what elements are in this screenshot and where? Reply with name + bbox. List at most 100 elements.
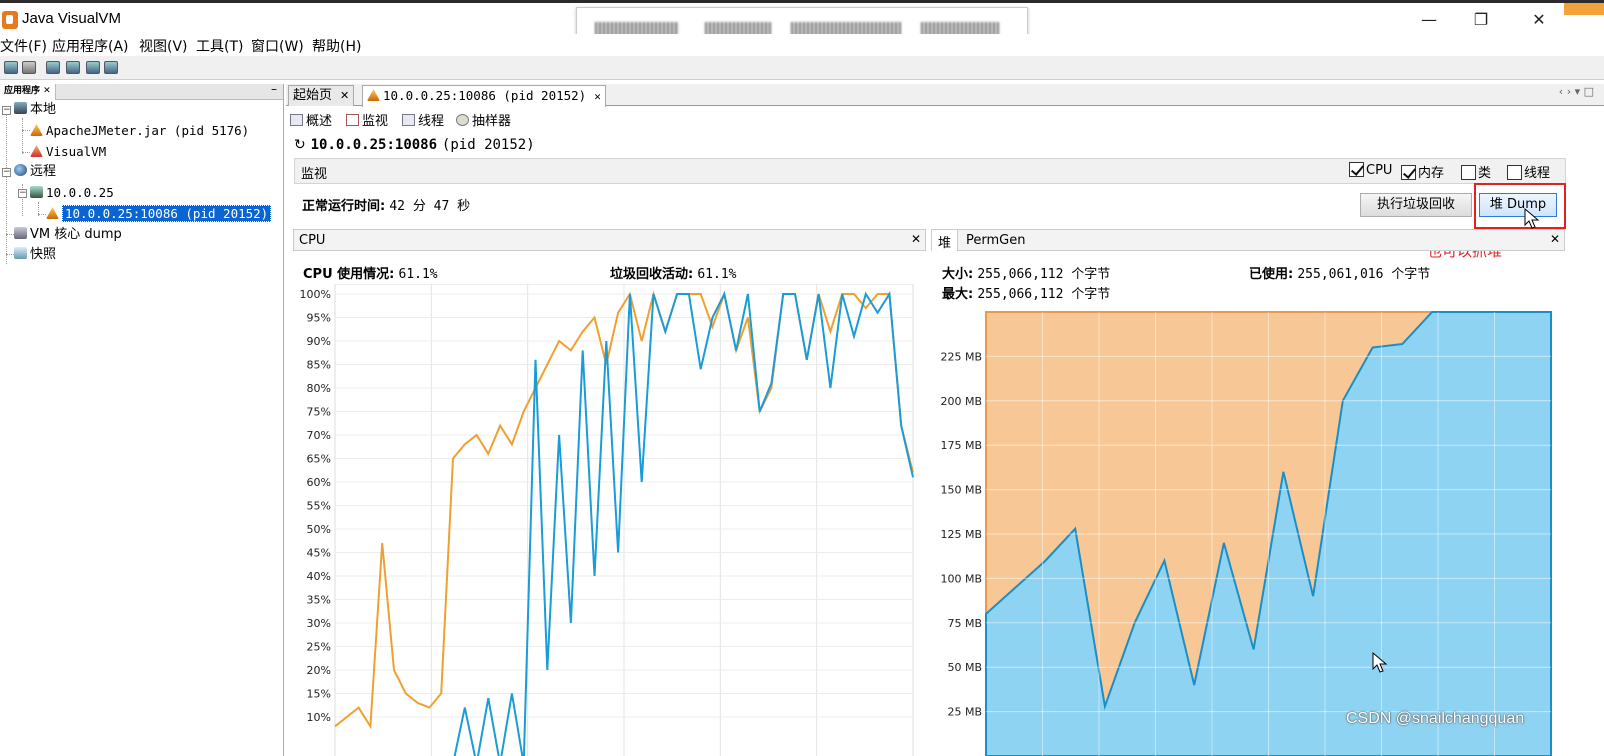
menu-help[interactable]: 帮助(H) <box>312 36 361 56</box>
y-tick-label: 225 MB <box>940 350 982 363</box>
tree-node-visualvm[interactable]: VisualVM <box>30 143 106 161</box>
y-tick-label: 150 MB <box>940 484 982 497</box>
y-tick-label: 75 MB <box>947 617 982 630</box>
threads-icon <box>402 114 415 126</box>
window-title: Java VisualVM <box>22 10 121 27</box>
csdn-watermark: CSDN @snailchangquan <box>1346 710 1525 727</box>
y-tick-label: 70% <box>307 429 331 442</box>
close-tab-icon[interactable]: ✕ <box>594 90 601 103</box>
threads-checkbox[interactable]: 线程 <box>1507 162 1550 181</box>
y-tick-label: 45% <box>307 547 331 560</box>
view-tabs: 概述 监视 线程 抽样器 <box>286 107 1604 129</box>
cpu-checkbox[interactable]: CPU <box>1349 162 1392 178</box>
collapse-local-toggle[interactable]: − <box>2 106 11 115</box>
y-tick-label: 65% <box>307 453 331 466</box>
add-remote-host-icon[interactable] <box>46 61 60 74</box>
y-tick-label: 25% <box>307 641 331 654</box>
tree-node-remote-app[interactable]: 10.0.0.25:10086 (pid 20152) <box>46 205 272 223</box>
load-snapshot-icon[interactable] <box>4 61 18 74</box>
menu-tools[interactable]: 工具(T) <box>196 36 243 56</box>
menu-applications[interactable]: 应用程序(A) <box>52 36 129 56</box>
tab-sampler[interactable]: 抽样器 <box>456 110 511 129</box>
core-dump-icon <box>14 227 27 239</box>
y-tick-label: 50% <box>307 523 331 536</box>
cpu-chart: 10% 15% 20% 25% 30% 35% 40% 45% 50% 55% 60% 65% 70% 7… <box>300 284 914 756</box>
minimize-button[interactable]: — <box>1406 8 1452 34</box>
page-title: ↻ 10.0.0.25:10086 (pid 20152) <box>294 137 535 153</box>
tree-node-local[interactable]: 本地 <box>14 101 56 119</box>
y-tick-label: 35% <box>307 594 331 607</box>
y-tick-label: 95% <box>307 312 331 325</box>
y-tick-label: 15% <box>307 688 331 701</box>
corner-decoration <box>1564 3 1604 15</box>
heap-dump-toolbar-icon[interactable] <box>104 61 118 74</box>
heap-used-readout: 已使用: 255,061,016 个字节 <box>1249 267 1431 282</box>
y-tick-label: 75% <box>307 406 331 419</box>
menu-bar: 文件(F) 应用程序(A) 视图(V) 工具(T) 窗口(W) 帮助(H) <box>0 34 1604 56</box>
close-button[interactable]: ✕ <box>1516 8 1562 34</box>
heap-size-readout: 大小: 255,066,112 个字节 <box>942 267 1111 282</box>
collapse-remote-toggle[interactable]: − <box>2 168 11 177</box>
tab-monitor[interactable]: 监视 <box>346 110 388 129</box>
cpu-panel-header: CPU ✕ <box>293 229 926 251</box>
add-jmx-connection-icon[interactable] <box>66 61 80 74</box>
annotation-highlight-box <box>1474 183 1566 229</box>
tab-permgen[interactable]: PermGen <box>966 233 1025 248</box>
y-tick-label: 30% <box>307 617 331 630</box>
close-tab-icon[interactable]: ✕ <box>340 89 349 102</box>
collapse-host-toggle[interactable]: − <box>18 189 27 198</box>
y-tick-label: 90% <box>307 335 331 348</box>
y-tick-label: 200 MB <box>940 395 982 408</box>
tree-node-jmeter[interactable]: ApacheJMeter.jar (pid 5176) <box>30 122 249 140</box>
tab-scroll-controls[interactable]: ‹ › ▾ □ <box>1559 85 1594 98</box>
y-tick-label: 80% <box>307 382 331 395</box>
tree-node-remote-host[interactable]: 10.0.0.25 <box>30 184 114 202</box>
menu-view[interactable]: 视图(V) <box>139 36 188 56</box>
save-icon[interactable] <box>22 61 36 74</box>
y-tick-label: 50 MB <box>947 661 982 674</box>
applications-tab[interactable]: 应用程序 ✕ <box>0 84 56 100</box>
applications-tabbar: 应用程序 ✕ – <box>0 82 283 100</box>
y-tick-label: 60% <box>307 476 331 489</box>
tree-node-snapshots[interactable]: 快照 <box>14 246 56 264</box>
y-tick-label: 175 MB <box>940 439 982 452</box>
monitor-icon <box>346 114 359 126</box>
maximize-button[interactable]: ❐ <box>1458 8 1504 34</box>
mouse-cursor-icon <box>1524 208 1540 229</box>
gc-activity-legend: 垃圾回收活动: 61.1% <box>610 267 737 282</box>
java-app-icon <box>367 89 380 101</box>
applications-panel: 应用程序 ✕ – − 本地 ApacheJMeter.jar (pid 5176… <box>0 82 284 756</box>
overview-icon <box>290 114 303 126</box>
tab-threads[interactable]: 线程 <box>402 110 444 129</box>
perform-gc-button[interactable]: 执行垃圾回收 <box>1360 193 1472 217</box>
minimize-panel-button[interactable]: – <box>271 82 277 96</box>
tab-start-page[interactable]: 起始页 ✕ <box>288 85 355 106</box>
memory-checkbox[interactable]: 内存 <box>1401 162 1444 181</box>
heap-max-readout: 最大: 255,066,112 个字节 <box>942 287 1111 302</box>
menu-file[interactable]: 文件(F) <box>0 36 47 56</box>
heap-chart: 25 MB 50 MB 75 MB 100 MB 125 MB 150 MB 175 MB 2… <box>940 311 1552 756</box>
tab-remote-app[interactable]: 10.0.0.25:10086 (pid 20152) ✕ <box>362 85 606 107</box>
tree-node-vm-dump[interactable]: VM 核心 dump <box>14 226 122 244</box>
y-tick-label: 55% <box>307 500 331 513</box>
tab-heap[interactable]: 堆 <box>932 230 959 251</box>
uptime-readout: 正常运行时间: 42 分 47 秒 <box>302 199 471 214</box>
close-heap-panel-icon[interactable]: ✕ <box>1550 232 1560 246</box>
java-app-icon <box>30 124 43 136</box>
menu-window[interactable]: 窗口(W) <box>251 36 304 56</box>
cpu-usage-legend: CPU 使用情况: 61.1% <box>303 267 438 282</box>
tree-node-remote[interactable]: 远程 <box>14 163 56 181</box>
refresh-icon: ↻ <box>294 137 306 153</box>
mouse-cursor-icon <box>1372 652 1388 673</box>
y-tick-label: 25 MB <box>947 706 982 719</box>
document-tabs: 起始页 ✕ 10.0.0.25:10086 (pid 20152) ✕ ‹ › ▾ … <box>286 84 1604 107</box>
close-cpu-panel-icon[interactable]: ✕ <box>911 232 921 246</box>
local-host-icon <box>14 102 27 114</box>
heap-panel-header: 堆 PermGen ✕ <box>931 229 1565 251</box>
classes-checkbox[interactable]: 类 <box>1461 162 1491 181</box>
remote-hosts-icon <box>14 164 27 176</box>
y-tick-label: 125 MB <box>940 528 982 541</box>
add-core-dump-icon[interactable] <box>86 61 100 74</box>
tab-overview[interactable]: 概述 <box>290 110 332 129</box>
remote-host-icon <box>30 186 43 198</box>
